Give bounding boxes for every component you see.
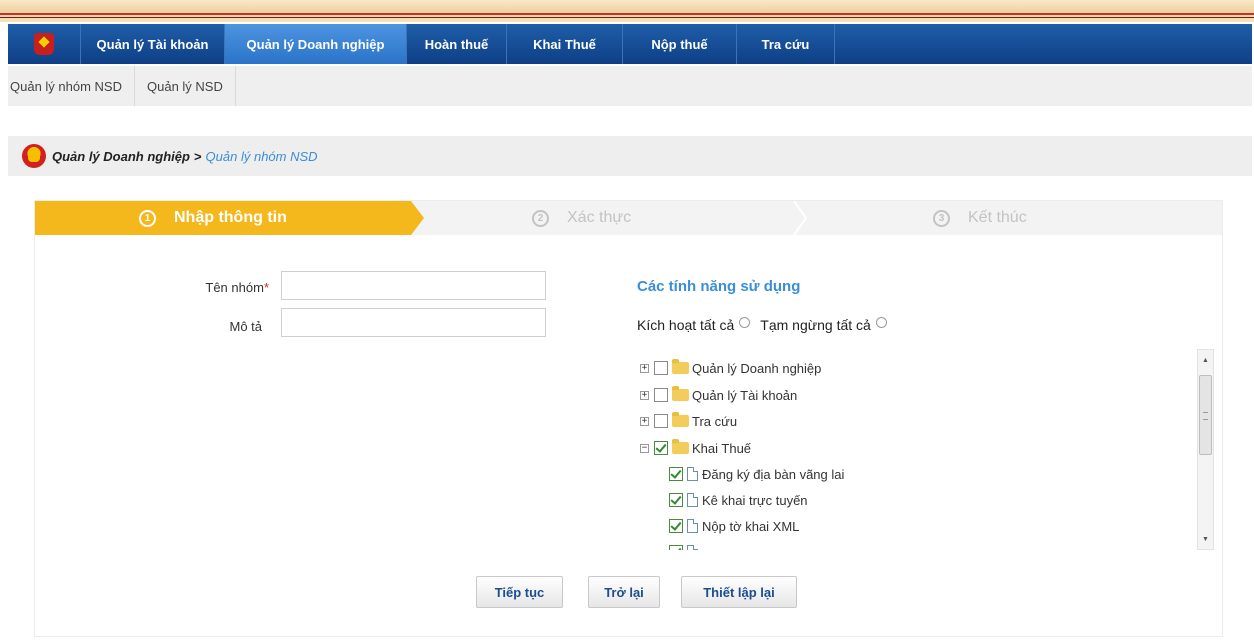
- main-nav: Quản lý Tài khoản Quản lý Doanh nghiệp H…: [8, 24, 1252, 64]
- step-number: 2: [532, 209, 549, 227]
- tree-leaf-partial: [669, 541, 702, 550]
- folder-icon: [672, 359, 689, 374]
- tree-node-label[interactable]: Quản lý Doanh nghiệp: [692, 361, 821, 376]
- tree-leaf-label[interactable]: Kê khai trực tuyến: [702, 493, 808, 508]
- tree-checkbox[interactable]: [654, 361, 668, 375]
- tree-node: + Quản lý Doanh nghiệp: [640, 357, 821, 379]
- tree-scrollbar[interactable]: ▲ ▼: [1197, 349, 1214, 550]
- activate-all-radio[interactable]: [739, 316, 751, 328]
- step-1: 1 Nhập thông tin: [139, 201, 287, 235]
- subnav-item-user-groups[interactable]: Quản lý nhóm NSD: [8, 66, 135, 106]
- document-icon: [687, 545, 698, 550]
- breadcrumb-separator: >: [193, 148, 202, 164]
- back-button[interactable]: Trở lại: [588, 576, 660, 608]
- tree-leaf-label[interactable]: Đăng ký địa bàn vãng lai: [702, 467, 844, 482]
- emblem-icon: [34, 33, 54, 55]
- folder-icon: [672, 386, 689, 401]
- folder-icon: [672, 439, 689, 454]
- tree-node-label[interactable]: Khai Thuế: [692, 441, 751, 456]
- suspend-all-label: Tạm ngừng tất cả: [760, 317, 871, 333]
- subnav-item-users[interactable]: Quản lý NSD: [135, 66, 236, 106]
- scrollbar-thumb[interactable]: [1199, 375, 1212, 455]
- tree-node: + Quản lý Tài khoản: [640, 384, 797, 406]
- tree-checkbox-checked[interactable]: [669, 545, 683, 550]
- wizard-steps: 1 Nhập thông tin 2 Xác thực 3 Kết thúc: [35, 201, 1222, 235]
- tree-leaf: Nộp tờ khai XML: [669, 515, 799, 537]
- document-icon: [687, 467, 698, 481]
- step-3: 3 Kết thúc: [933, 201, 1027, 235]
- step-label: Kết thúc: [968, 209, 1027, 226]
- nav-item-enterprise[interactable]: Quản lý Doanh nghiệp: [224, 24, 406, 64]
- sub-nav: Quản lý nhóm NSD Quản lý NSD: [8, 66, 1252, 106]
- description-label: Mô tả: [229, 319, 262, 334]
- feature-tree: + Quản lý Doanh nghiệp + Quản lý Tài kho…: [640, 349, 1210, 550]
- tree-node: − Khai Thuế: [640, 437, 751, 459]
- tree-node-label[interactable]: Quản lý Tài khoản: [692, 388, 797, 403]
- tree-checkbox[interactable]: [654, 414, 668, 428]
- nav-item-pay[interactable]: Nộp thuế: [622, 24, 736, 64]
- step-separator-arrow: [793, 201, 807, 235]
- tree-checkbox-checked[interactable]: [669, 493, 683, 507]
- required-mark: *: [263, 280, 269, 295]
- scroll-down-arrow-icon[interactable]: ▼: [1198, 531, 1213, 547]
- document-icon: [687, 493, 698, 507]
- expand-icon[interactable]: +: [640, 390, 649, 400]
- tree-leaf: Kê khai trực tuyến: [669, 489, 808, 511]
- step-label: Xác thực: [567, 209, 632, 226]
- header-banner: [0, 0, 1254, 22]
- tree-checkbox[interactable]: [654, 388, 668, 402]
- tree-node-label[interactable]: Tra cứu: [692, 414, 737, 429]
- nav-item-declare[interactable]: Khai Thuế: [506, 24, 622, 64]
- continue-button[interactable]: Tiếp tục: [476, 576, 563, 608]
- step-number: 3: [933, 209, 950, 227]
- nav-spacer: [834, 24, 1252, 64]
- reset-button[interactable]: Thiết lập lại: [681, 576, 797, 608]
- group-name-label-text: Tên nhóm: [205, 280, 264, 295]
- expand-icon[interactable]: +: [640, 416, 649, 426]
- nav-item-lookup[interactable]: Tra cứu: [736, 24, 834, 64]
- banner-stripe: [0, 17, 1254, 18]
- step-label: Nhập thông tin: [174, 209, 287, 226]
- step-arrow: [411, 201, 424, 235]
- tree-leaf: Đăng ký địa bàn vãng lai: [669, 463, 844, 485]
- group-name-input[interactable]: [281, 271, 546, 300]
- tree-checkbox-checked[interactable]: [654, 441, 668, 455]
- folder-icon: [672, 412, 689, 427]
- breadcrumb-current: Quản lý Doanh nghiệp: [52, 148, 190, 164]
- wizard-card: 1 Nhập thông tin 2 Xác thực 3 Kết thúc T…: [34, 200, 1223, 637]
- tree-node: + Tra cứu: [640, 410, 737, 432]
- collapse-icon[interactable]: −: [640, 443, 649, 453]
- emblem-icon: [22, 144, 46, 168]
- tree-checkbox-checked[interactable]: [669, 519, 683, 533]
- document-icon: [687, 519, 698, 533]
- features-title: Các tính năng sử dụng: [637, 278, 801, 295]
- scroll-up-arrow-icon[interactable]: ▲: [1198, 352, 1213, 368]
- home-logo[interactable]: [8, 24, 80, 64]
- banner-stripe: [0, 13, 1254, 15]
- breadcrumb-link[interactable]: Quản lý nhóm NSD: [206, 149, 318, 164]
- breadcrumb: Quản lý Doanh nghiệp > Quản lý nhóm NSD: [8, 136, 1252, 176]
- description-input[interactable]: [281, 308, 546, 337]
- tree-leaf-label[interactable]: Nộp tờ khai XML: [702, 519, 799, 534]
- step-number: 1: [139, 209, 156, 227]
- suspend-all-radio[interactable]: [875, 316, 887, 328]
- nav-item-refund[interactable]: Hoàn thuế: [406, 24, 506, 64]
- nav-item-account[interactable]: Quản lý Tài khoản: [80, 24, 224, 64]
- step-2: 2 Xác thực: [532, 201, 631, 235]
- tree-checkbox-checked[interactable]: [669, 467, 683, 481]
- expand-icon[interactable]: +: [640, 363, 649, 373]
- group-name-label: Tên nhóm*: [129, 280, 269, 295]
- activation-options: Kích hoạt tất cả Tạm ngừng tất cả: [637, 316, 887, 333]
- activate-all-label: Kích hoạt tất cả: [637, 317, 735, 333]
